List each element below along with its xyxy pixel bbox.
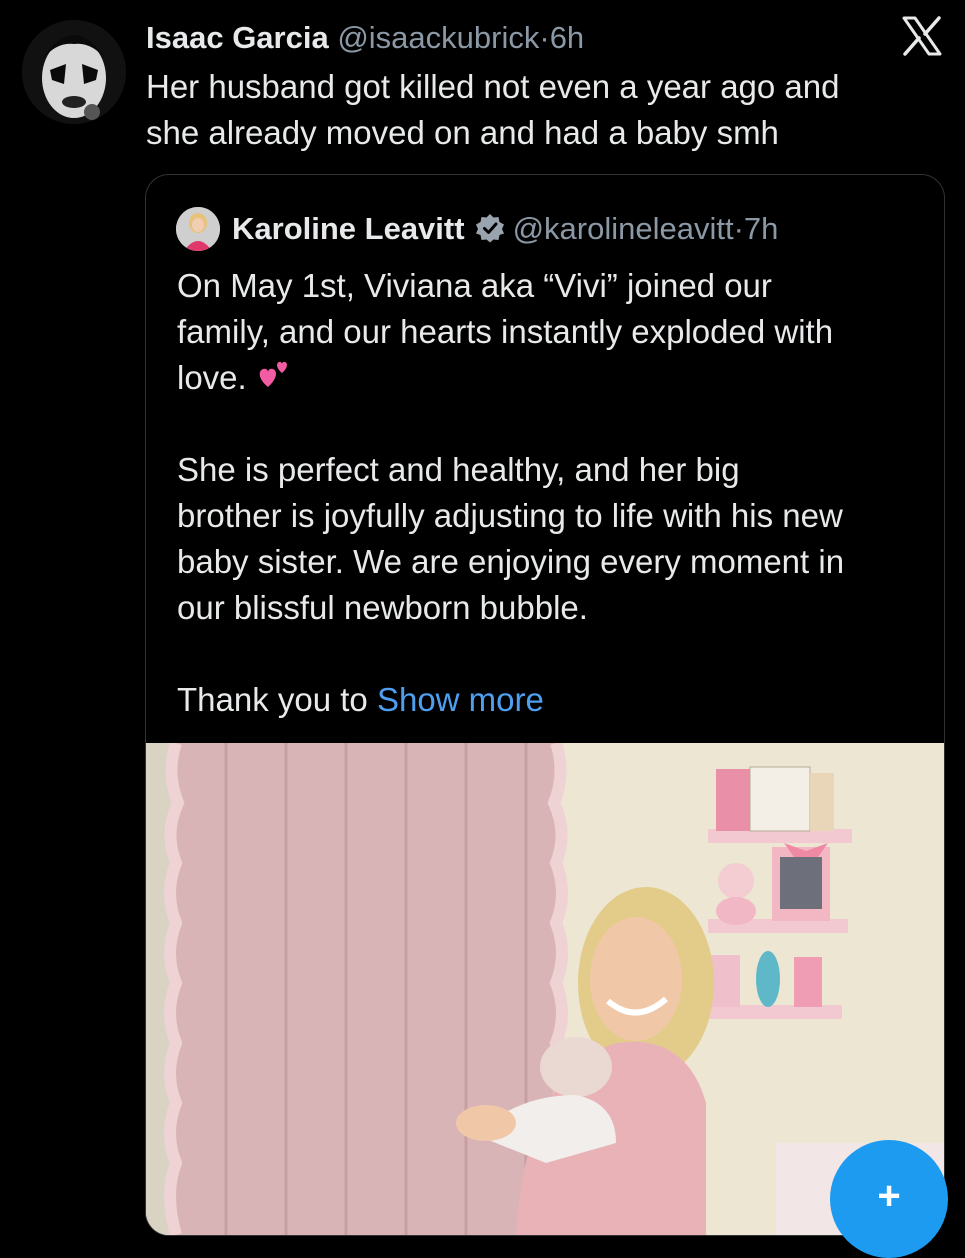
compose-button[interactable]: + bbox=[830, 1140, 948, 1258]
author-handle[interactable]: @isaackubrick bbox=[337, 20, 539, 55]
quoted-text-fragment: love. bbox=[177, 359, 247, 396]
quoted-header: Karoline Leavitt @karolineleavitt·7h bbox=[232, 209, 778, 249]
author-name[interactable]: Isaac Garcia bbox=[146, 20, 329, 55]
corpse-paint-avatar bbox=[22, 20, 126, 124]
two-hearts-emoji bbox=[256, 357, 292, 393]
show-more-link[interactable]: Show more bbox=[377, 681, 544, 718]
tweet-text-line: she already moved on and had a baby smh bbox=[146, 114, 779, 151]
quoted-tweet-card[interactable]: Karoline Leavitt @karolineleavitt·7h On M… bbox=[145, 174, 945, 1236]
quoted-text-line: On May 1st, Viviana aka “Vivi” joined ou… bbox=[177, 267, 772, 304]
quoted-text-fragment: Thank you to bbox=[177, 681, 377, 718]
quoted-text-line: baby sister. We are enjoying every momen… bbox=[177, 543, 845, 580]
quoted-text-line: family, and our hearts instantly explode… bbox=[177, 313, 834, 350]
tweet-time[interactable]: 6h bbox=[550, 20, 584, 55]
quoted-author-name[interactable]: Karoline Leavitt bbox=[232, 211, 465, 246]
quoted-text-line: Thank you to Show more bbox=[177, 677, 922, 723]
user-avatar[interactable] bbox=[22, 20, 126, 124]
quoted-text-line: love. bbox=[177, 355, 922, 401]
nursery-photo-image bbox=[146, 743, 944, 1235]
quoted-handle[interactable]: @karolineleavitt bbox=[513, 211, 734, 246]
quoted-text-line: She is perfect and healthy, and her big bbox=[177, 451, 740, 488]
tweet-text-line: Her husband got killed not even a year a… bbox=[146, 68, 840, 105]
quoted-text-line: brother is joyfully adjusting to life wi… bbox=[177, 497, 843, 534]
tweet-header: Isaac Garcia @isaackubrick·6h bbox=[146, 18, 584, 58]
tweet-text: Her husband got killed not even a year a… bbox=[146, 64, 936, 156]
quoted-avatar[interactable] bbox=[176, 207, 220, 251]
quoted-text-line: our blissful newborn bubble. bbox=[177, 589, 588, 626]
quoted-avatar-image bbox=[176, 207, 220, 251]
quoted-text: On May 1st, Viviana aka “Vivi” joined ou… bbox=[177, 263, 922, 723]
separator-dot: · bbox=[539, 20, 550, 55]
compose-icon: + bbox=[877, 1174, 901, 1218]
x-logo-icon bbox=[900, 14, 944, 58]
separator-dot: · bbox=[733, 211, 744, 246]
verified-badge-icon bbox=[475, 213, 505, 243]
quoted-time[interactable]: 7h bbox=[744, 211, 778, 246]
nursery-photo[interactable] bbox=[146, 743, 944, 1235]
